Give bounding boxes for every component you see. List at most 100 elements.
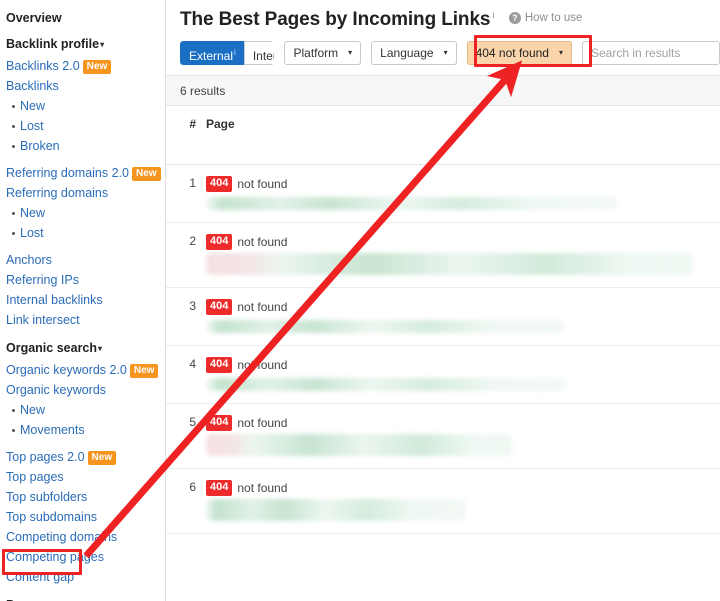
sidebar: Overview Backlink profile▾ Backlinks 2.0… <box>0 0 166 601</box>
row-page-cell: 404 not found <box>206 415 720 456</box>
row-number: 3 <box>189 299 196 313</box>
main-content: The Best Pages by Incoming Links i ? How … <box>166 0 720 601</box>
http-status-badge: 404 <box>206 234 233 250</box>
sidebar-item-organic-keywords[interactable]: Organic keywords <box>4 380 165 400</box>
sidebar-item-content-gap[interactable]: Content gap <box>4 567 165 587</box>
table-row[interactable]: 2 404 not found <box>166 223 720 288</box>
sidebar-item-backlinks[interactable]: Backlinks <box>4 76 165 96</box>
search-input[interactable] <box>582 41 720 65</box>
sidebar-group-label: Organic search <box>6 341 98 355</box>
http-status-badge: 404 <box>206 415 233 431</box>
sidebar-item-organic-movements[interactable]: Movements <box>4 420 165 440</box>
table-row[interactable]: 4 404 not found <box>166 346 720 404</box>
external-info-superscript: i <box>234 48 236 57</box>
platform-dropdown[interactable]: Platform ▾ <box>284 41 362 65</box>
table-row[interactable]: 6 404 not found <box>166 469 720 534</box>
row-number: 2 <box>189 234 196 248</box>
http-status-text: not found <box>237 357 288 372</box>
sidebar-item-top-subfolders[interactable]: Top subfolders <box>4 487 165 507</box>
page-title: The Best Pages by Incoming Links <box>180 9 491 30</box>
sidebar-item-referring-domains-2-0[interactable]: Referring domains 2.0 New <box>4 163 165 183</box>
sidebar-item-backlinks-lost[interactable]: Lost <box>4 116 165 136</box>
external-label: External <box>189 49 234 63</box>
sidebar-item-referring-domains[interactable]: Referring domains <box>4 183 165 203</box>
row-number: 1 <box>189 176 196 190</box>
title-info-superscript: i <box>492 10 495 20</box>
status-filter-dropdown[interactable]: 404 not found ▾ <box>466 41 572 65</box>
column-header-page: Page <box>206 117 235 131</box>
sidebar-item-competing-domains[interactable]: Competing domains <box>4 527 165 547</box>
link-type-segmented-control: Externali Internali <box>180 41 275 65</box>
redacted-page-url[interactable] <box>206 378 566 391</box>
redacted-page-url[interactable] <box>206 253 693 275</box>
http-status-text: not found <box>237 299 288 314</box>
sidebar-item-top-subdomains[interactable]: Top subdomains <box>4 507 165 527</box>
how-to-use-label: How to use <box>524 12 583 24</box>
sidebar-item-overview[interactable]: Overview <box>4 8 165 33</box>
sidebar-group-backlink-profile[interactable]: Backlink profile▾ <box>4 33 165 56</box>
results-count-bar: 6 results <box>166 75 720 106</box>
status-line: 404 not found <box>206 357 720 373</box>
sidebar-item-top-pages[interactable]: Top pages <box>4 467 165 487</box>
redacted-page-url[interactable] <box>206 197 618 210</box>
chevron-down-icon: ▾ <box>558 48 563 57</box>
chevron-down-icon: ▾ <box>443 48 448 57</box>
table-row[interactable]: 1 404 not found <box>166 165 720 223</box>
sidebar-item-label: Backlinks 2.0 <box>6 59 80 73</box>
sidebar-item-referring-domains-lost[interactable]: Lost <box>4 223 165 243</box>
language-dropdown[interactable]: Language ▾ <box>371 41 457 65</box>
sidebar-item-label: Referring domains 2.0 <box>6 166 129 180</box>
sidebar-item-organic-keywords-2-0[interactable]: Organic keywords 2.0 New <box>4 360 165 380</box>
sidebar-item-backlinks-broken[interactable]: Broken <box>4 136 165 156</box>
sidebar-item-backlinks-new[interactable]: New <box>4 96 165 116</box>
sidebar-group-organic-search[interactable]: Organic search▾ <box>4 337 165 360</box>
redacted-page-url[interactable] <box>206 434 512 456</box>
sidebar-item-organic-new[interactable]: New <box>4 400 165 420</box>
table-header-row: # Page <box>166 106 720 165</box>
status-line: 404 not found <box>206 176 720 192</box>
sidebar-item-link-intersect[interactable]: Link intersect <box>4 310 165 330</box>
status-line: 404 not found <box>206 415 720 431</box>
row-page-cell: 404 not found <box>206 480 720 521</box>
table-row[interactable]: 5 404 not found <box>166 404 720 469</box>
redacted-page-url[interactable] <box>206 320 564 333</box>
language-label: Language <box>380 46 434 60</box>
row-page-cell: 404 not found <box>206 176 720 210</box>
http-status-text: not found <box>237 176 288 191</box>
row-page-cell: 404 not found <box>206 234 720 275</box>
sidebar-item-anchors[interactable]: Anchors <box>4 250 165 270</box>
http-status-badge: 404 <box>206 480 233 496</box>
new-badge: New <box>87 451 117 465</box>
http-status-text: not found <box>237 480 288 495</box>
how-to-use-link[interactable]: ? How to use <box>508 12 583 24</box>
http-status-badge: 404 <box>206 176 233 192</box>
sidebar-item-referring-ips[interactable]: Referring IPs <box>4 270 165 290</box>
table-row[interactable]: 3 404 not found <box>166 288 720 346</box>
status-line: 404 not found <box>206 234 720 250</box>
sidebar-item-referring-domains-new[interactable]: New <box>4 203 165 223</box>
column-header-num: # <box>189 117 196 131</box>
external-tab[interactable]: Externali <box>180 41 244 65</box>
sidebar-item-backlinks-2-0[interactable]: Backlinks 2.0 New <box>4 56 165 76</box>
question-mark-icon: ? <box>508 12 521 24</box>
sidebar-item-label: Organic keywords 2.0 <box>6 363 127 377</box>
sidebar-item-label: Top pages 2.0 <box>6 450 85 464</box>
redacted-page-url[interactable] <box>206 499 466 521</box>
sidebar-item-top-pages-2-0[interactable]: Top pages 2.0 New <box>4 447 165 467</box>
internal-label: Internal <box>252 49 275 63</box>
sidebar-group-pages[interactable]: Pages▾ <box>4 594 165 601</box>
internal-tab[interactable]: Internali <box>243 41 275 65</box>
new-badge: New <box>131 167 161 181</box>
row-number: 5 <box>189 415 196 429</box>
table-body: 1 404 not found 2 404 not found 3 404 not found 4… <box>166 165 720 534</box>
new-badge: New <box>82 60 112 74</box>
sidebar-item-competing-pages[interactable]: Competing pages <box>4 547 165 567</box>
status-filter-label: 404 not found <box>475 46 549 60</box>
status-line: 404 not found <box>206 299 720 315</box>
row-number: 4 <box>189 357 196 371</box>
sidebar-item-internal-backlinks[interactable]: Internal backlinks <box>4 290 165 310</box>
